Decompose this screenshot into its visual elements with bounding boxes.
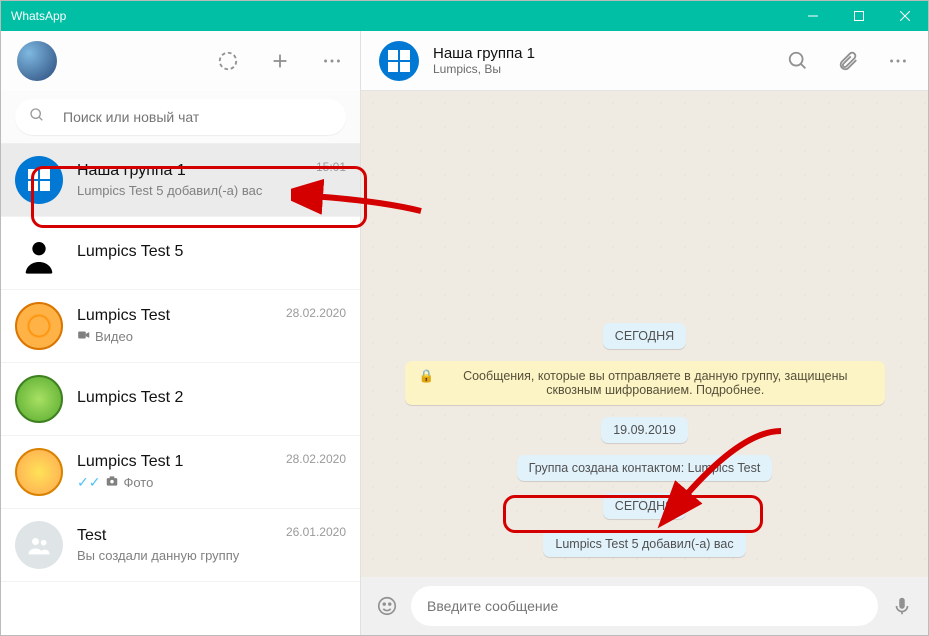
close-button[interactable]: [882, 1, 928, 31]
window-controls: [790, 1, 928, 31]
contact-avatar: [15, 448, 63, 496]
menu-icon[interactable]: [320, 49, 344, 73]
search-bar: [1, 91, 360, 144]
date-pill: СЕГОДНЯ: [603, 493, 686, 519]
conversation-header[interactable]: Наша группа 1 Lumpics, Вы: [361, 31, 928, 91]
sidebar-header-icons: [216, 49, 344, 73]
sidebar-header: [1, 31, 360, 91]
windows-icon: [28, 169, 50, 191]
window-title: WhatsApp: [11, 9, 66, 23]
conversation-header-icons: [786, 49, 910, 73]
chat-time: 28.02.2020: [286, 306, 346, 320]
chat-name: Lumpics Test 2: [77, 389, 346, 407]
status-icon[interactable]: [216, 49, 240, 73]
chat-text: Lumpics Test 5: [77, 243, 346, 264]
chat-text: Test Вы создали данную группу: [77, 527, 286, 563]
chat-text: Lumpics Test 2: [77, 389, 346, 410]
chat-item[interactable]: Lumpics Test Видео 28.02.2020: [1, 290, 360, 363]
app-body: Наша группа 1 Lumpics Test 5 добавил(-а)…: [1, 31, 928, 635]
composer: [361, 577, 928, 635]
search-input[interactable]: [63, 109, 332, 125]
maximize-button[interactable]: [836, 1, 882, 31]
encryption-text: Сообщения, которые вы отправляете в данн…: [440, 369, 870, 397]
emoji-icon[interactable]: [375, 594, 399, 618]
attach-icon[interactable]: [836, 49, 860, 73]
read-tick-icon: ✓✓: [77, 474, 100, 491]
chat-text: Наша группа 1 Lumpics Test 5 добавил(-а)…: [77, 162, 316, 198]
chat-preview: Видео: [77, 328, 286, 345]
chat-name: Наша группа 1: [77, 162, 316, 180]
search-field[interactable]: [15, 99, 346, 135]
conversation-title: Наша группа 1: [433, 45, 786, 62]
chat-preview: Lumpics Test 5 добавил(-а) вас: [77, 183, 316, 198]
date-pill: 19.09.2019: [601, 417, 688, 443]
windows-icon: [388, 50, 410, 72]
chat-preview-text: Видео: [95, 329, 133, 344]
chat-time: 28.02.2020: [286, 452, 346, 466]
new-chat-icon[interactable]: [268, 49, 292, 73]
spacer: [381, 111, 908, 311]
group-avatar: [15, 521, 63, 569]
chat-item[interactable]: Test Вы создали данную группу 26.01.2020: [1, 509, 360, 582]
conversation-menu-icon[interactable]: [886, 49, 910, 73]
message-input[interactable]: [411, 586, 878, 626]
chat-time: 26.01.2020: [286, 525, 346, 539]
video-icon: [77, 328, 91, 345]
chat-item[interactable]: Lumpics Test 2: [1, 363, 360, 436]
chat-item-group1[interactable]: Наша группа 1 Lumpics Test 5 добавил(-а)…: [1, 144, 360, 217]
app-window: WhatsApp: [0, 0, 929, 636]
minimize-button[interactable]: [790, 1, 836, 31]
chat-name: Lumpics Test 5: [77, 243, 346, 261]
encryption-notice[interactable]: 🔒 Сообщения, которые вы отправляете в да…: [405, 361, 885, 405]
chat-preview: Вы создали данную группу: [77, 548, 286, 563]
chat-item[interactable]: Lumpics Test 5: [1, 217, 360, 290]
my-avatar[interactable]: [17, 41, 57, 81]
conversation-avatar: [379, 41, 419, 81]
sidebar: Наша группа 1 Lumpics Test 5 добавил(-а)…: [1, 31, 361, 635]
chat-preview: ✓✓ Фото: [77, 474, 286, 491]
camera-icon: [105, 474, 119, 491]
system-message-added: Lumpics Test 5 добавил(-а) вас: [543, 531, 745, 557]
chat-list[interactable]: Наша группа 1 Lumpics Test 5 добавил(-а)…: [1, 144, 360, 635]
search-in-chat-icon[interactable]: [786, 49, 810, 73]
date-pill: СЕГОДНЯ: [603, 323, 686, 349]
titlebar: WhatsApp: [1, 1, 928, 31]
lock-icon: 🔒: [419, 369, 435, 384]
conversation-header-text: Наша группа 1 Lumpics, Вы: [433, 45, 786, 76]
chat-text: Lumpics Test 1 ✓✓ Фото: [77, 453, 286, 491]
chat-name: Lumpics Test: [77, 307, 286, 325]
conversation-subtitle: Lumpics, Вы: [433, 62, 786, 76]
group-avatar: [15, 156, 63, 204]
search-icon: [29, 107, 45, 128]
conversation-panel: Наша группа 1 Lumpics, Вы: [361, 31, 928, 635]
chat-preview-text: Фото: [123, 475, 153, 490]
contact-avatar: [15, 229, 63, 277]
chat-name: Test: [77, 527, 286, 545]
mic-icon[interactable]: [890, 594, 914, 618]
messages-area[interactable]: СЕГОДНЯ 🔒 Сообщения, которые вы отправля…: [361, 91, 928, 577]
contact-avatar: [15, 375, 63, 423]
chat-text: Lumpics Test Видео: [77, 307, 286, 345]
contact-avatar: [15, 302, 63, 350]
chat-item[interactable]: Lumpics Test 1 ✓✓ Фото 28.02.2020: [1, 436, 360, 509]
chat-time: 15:01: [316, 160, 346, 174]
system-message: Группа создана контактом: Lumpics Test: [517, 455, 773, 481]
chat-name: Lumpics Test 1: [77, 453, 286, 471]
